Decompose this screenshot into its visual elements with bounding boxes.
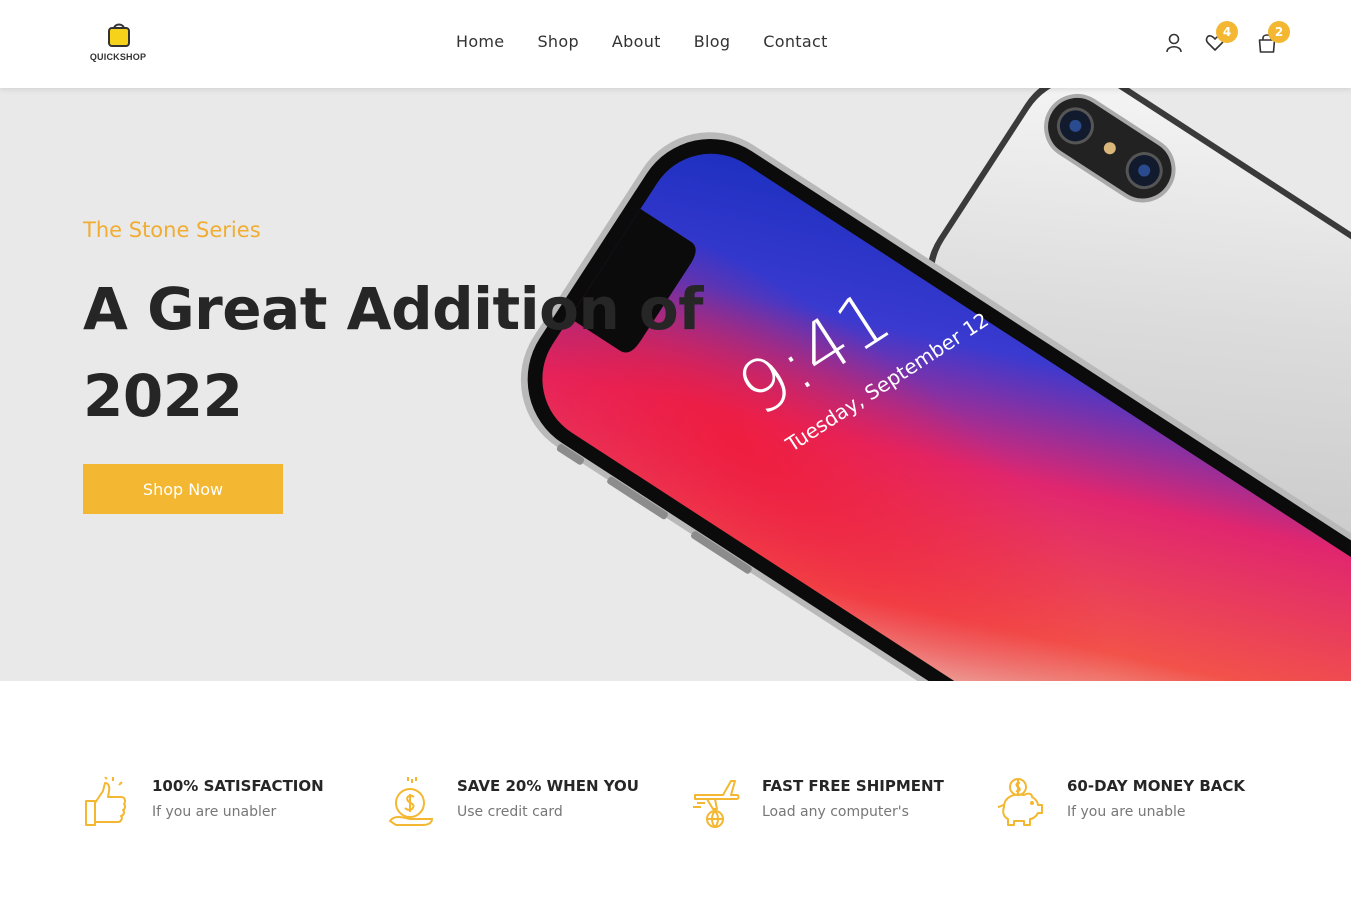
site-header: QUICKSHOP Home Shop About Blog Contact 4… [0,0,1351,88]
hero-subtitle: The Stone Series [83,218,261,242]
plane-globe-icon [693,780,740,828]
feature-desc: Load any computer's [762,804,909,820]
coin-hand-icon [388,777,434,826]
feature-desc: If you are unable [1067,804,1186,820]
feature-desc: If you are unabler [152,804,277,820]
piggy-bank-icon [998,778,1043,826]
cart-count-badge: 2 [1268,21,1290,43]
nav-contact[interactable]: Contact [763,32,827,51]
cart-button[interactable]: 2 [1257,21,1290,56]
user-icon [1166,33,1182,53]
nav-shop[interactable]: Shop [537,32,578,51]
feature-desc: Use credit card [457,804,563,820]
logo-wordmark: QUICKSHOP [89,52,147,62]
features-strip: 100% SATISFACTION If you are unabler SAV… [0,681,1351,899]
feature-title: 100% SATISFACTION [152,777,324,795]
feature-title: FAST FREE SHIPMENT [762,777,944,795]
quickshop-logo[interactable]: QUICKSHOP [86,20,150,66]
nav-about[interactable]: About [612,32,661,51]
feature-title: SAVE 20% WHEN YOU [457,777,639,795]
shopping-bag-logo-icon [108,23,130,47]
main-nav: Home Shop About Blog Contact [456,32,861,51]
feature-title: 60-DAY MONEY BACK [1067,777,1246,795]
wishlist-count-badge: 4 [1216,21,1238,43]
hero-headline: A Great Addition of 2022 [83,275,704,430]
nav-home[interactable]: Home [456,32,504,51]
nav-blog[interactable]: Blog [694,32,731,51]
wishlist-button[interactable]: 4 [1205,21,1238,56]
thumbs-up-icon [85,777,127,826]
hero-banner: 9:41 Tuesday, September 12 The Stone Ser… [0,88,1351,681]
shop-now-button[interactable]: Shop Now [83,464,283,514]
account-button[interactable] [1164,32,1188,56]
